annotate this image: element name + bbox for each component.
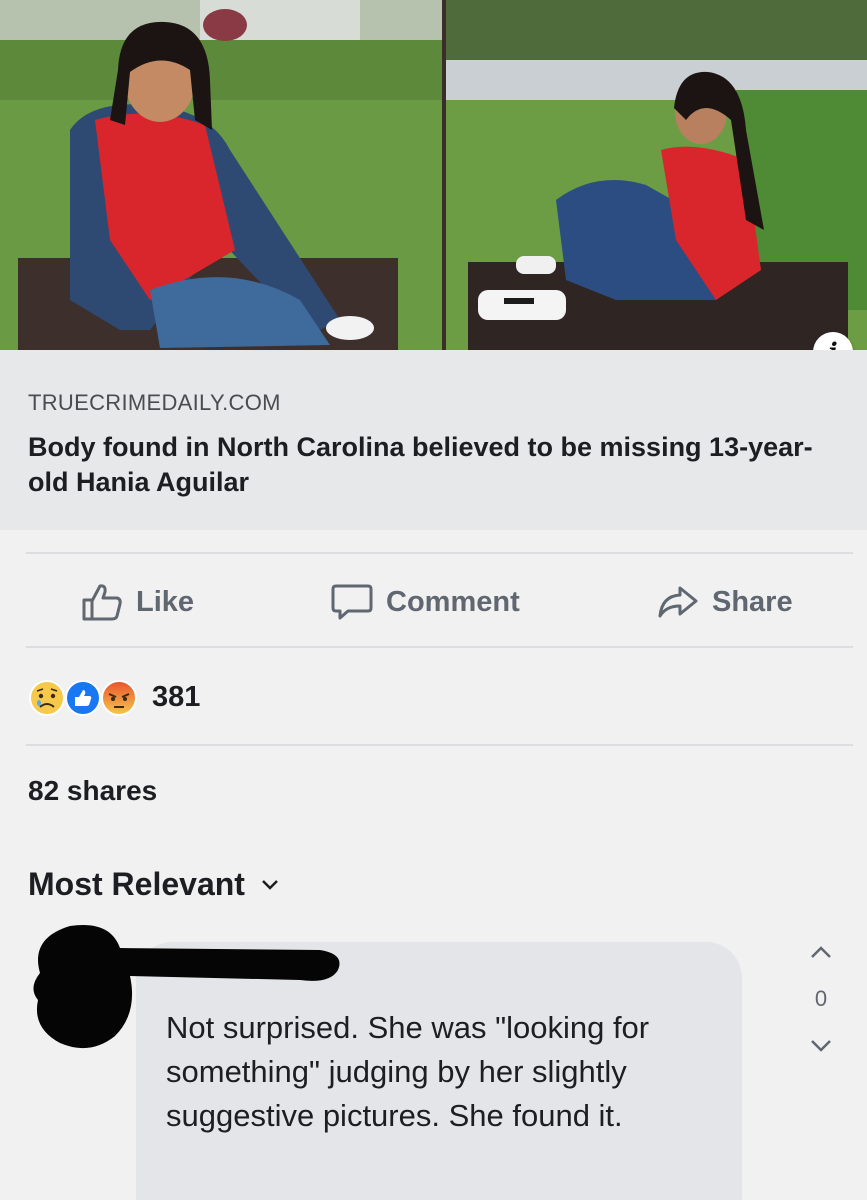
divider: [26, 646, 853, 648]
redacted-author-scribble: [33, 924, 340, 1049]
share-button[interactable]: Share: [656, 582, 793, 622]
shares-count[interactable]: 82 shares: [28, 775, 157, 807]
angry-reaction-icon: [101, 680, 137, 716]
like-label: Like: [136, 585, 195, 618]
link-domain: TRUECRIMEDAILY.COM: [28, 390, 281, 415]
comment-sort-dropdown[interactable]: Most Relevant: [28, 866, 279, 903]
sort-label: Most Relevant: [28, 866, 245, 902]
share-label: Share: [712, 585, 793, 618]
share-arrow-icon: [658, 586, 698, 618]
link-preview-images[interactable]: [0, 0, 867, 350]
link-preview-caption[interactable]: TRUECRIMEDAILY.COM Body found in North C…: [0, 350, 867, 530]
preview-photo-right[interactable]: [446, 0, 867, 350]
vote-count: 0: [814, 986, 828, 1011]
link-title[interactable]: Body found in North Carolina believed to…: [28, 430, 839, 500]
comment-label: Comment: [386, 585, 520, 618]
preview-photo-left[interactable]: [0, 0, 442, 350]
photo-girl-sitting-red-shirt-icon: [0, 0, 442, 350]
comment-vote-control: 0: [798, 940, 844, 1060]
downvote-chevron-icon[interactable]: [809, 1038, 833, 1054]
like-button[interactable]: Like: [80, 582, 194, 622]
upvote-chevron-icon[interactable]: [809, 944, 833, 960]
comment-button[interactable]: Comment: [330, 582, 520, 622]
comment-bubble-icon: [331, 584, 373, 620]
post-page: i TRUECRIMEDAILY.COM Body found in North…: [0, 0, 867, 1200]
sad-reaction-icon: [29, 680, 65, 716]
thumbs-up-icon: [82, 584, 122, 621]
photo-girl-sitting-knees-up-icon: [446, 0, 867, 350]
chevron-down-icon: [262, 879, 278, 890]
post-action-bar: Like Comment Share: [26, 556, 853, 648]
reaction-icons: [28, 675, 144, 719]
reactions-summary[interactable]: 381: [28, 672, 200, 722]
divider: [26, 552, 853, 554]
divider: [26, 744, 853, 746]
like-reaction-icon: [65, 680, 101, 716]
reaction-count: 381: [152, 680, 201, 713]
